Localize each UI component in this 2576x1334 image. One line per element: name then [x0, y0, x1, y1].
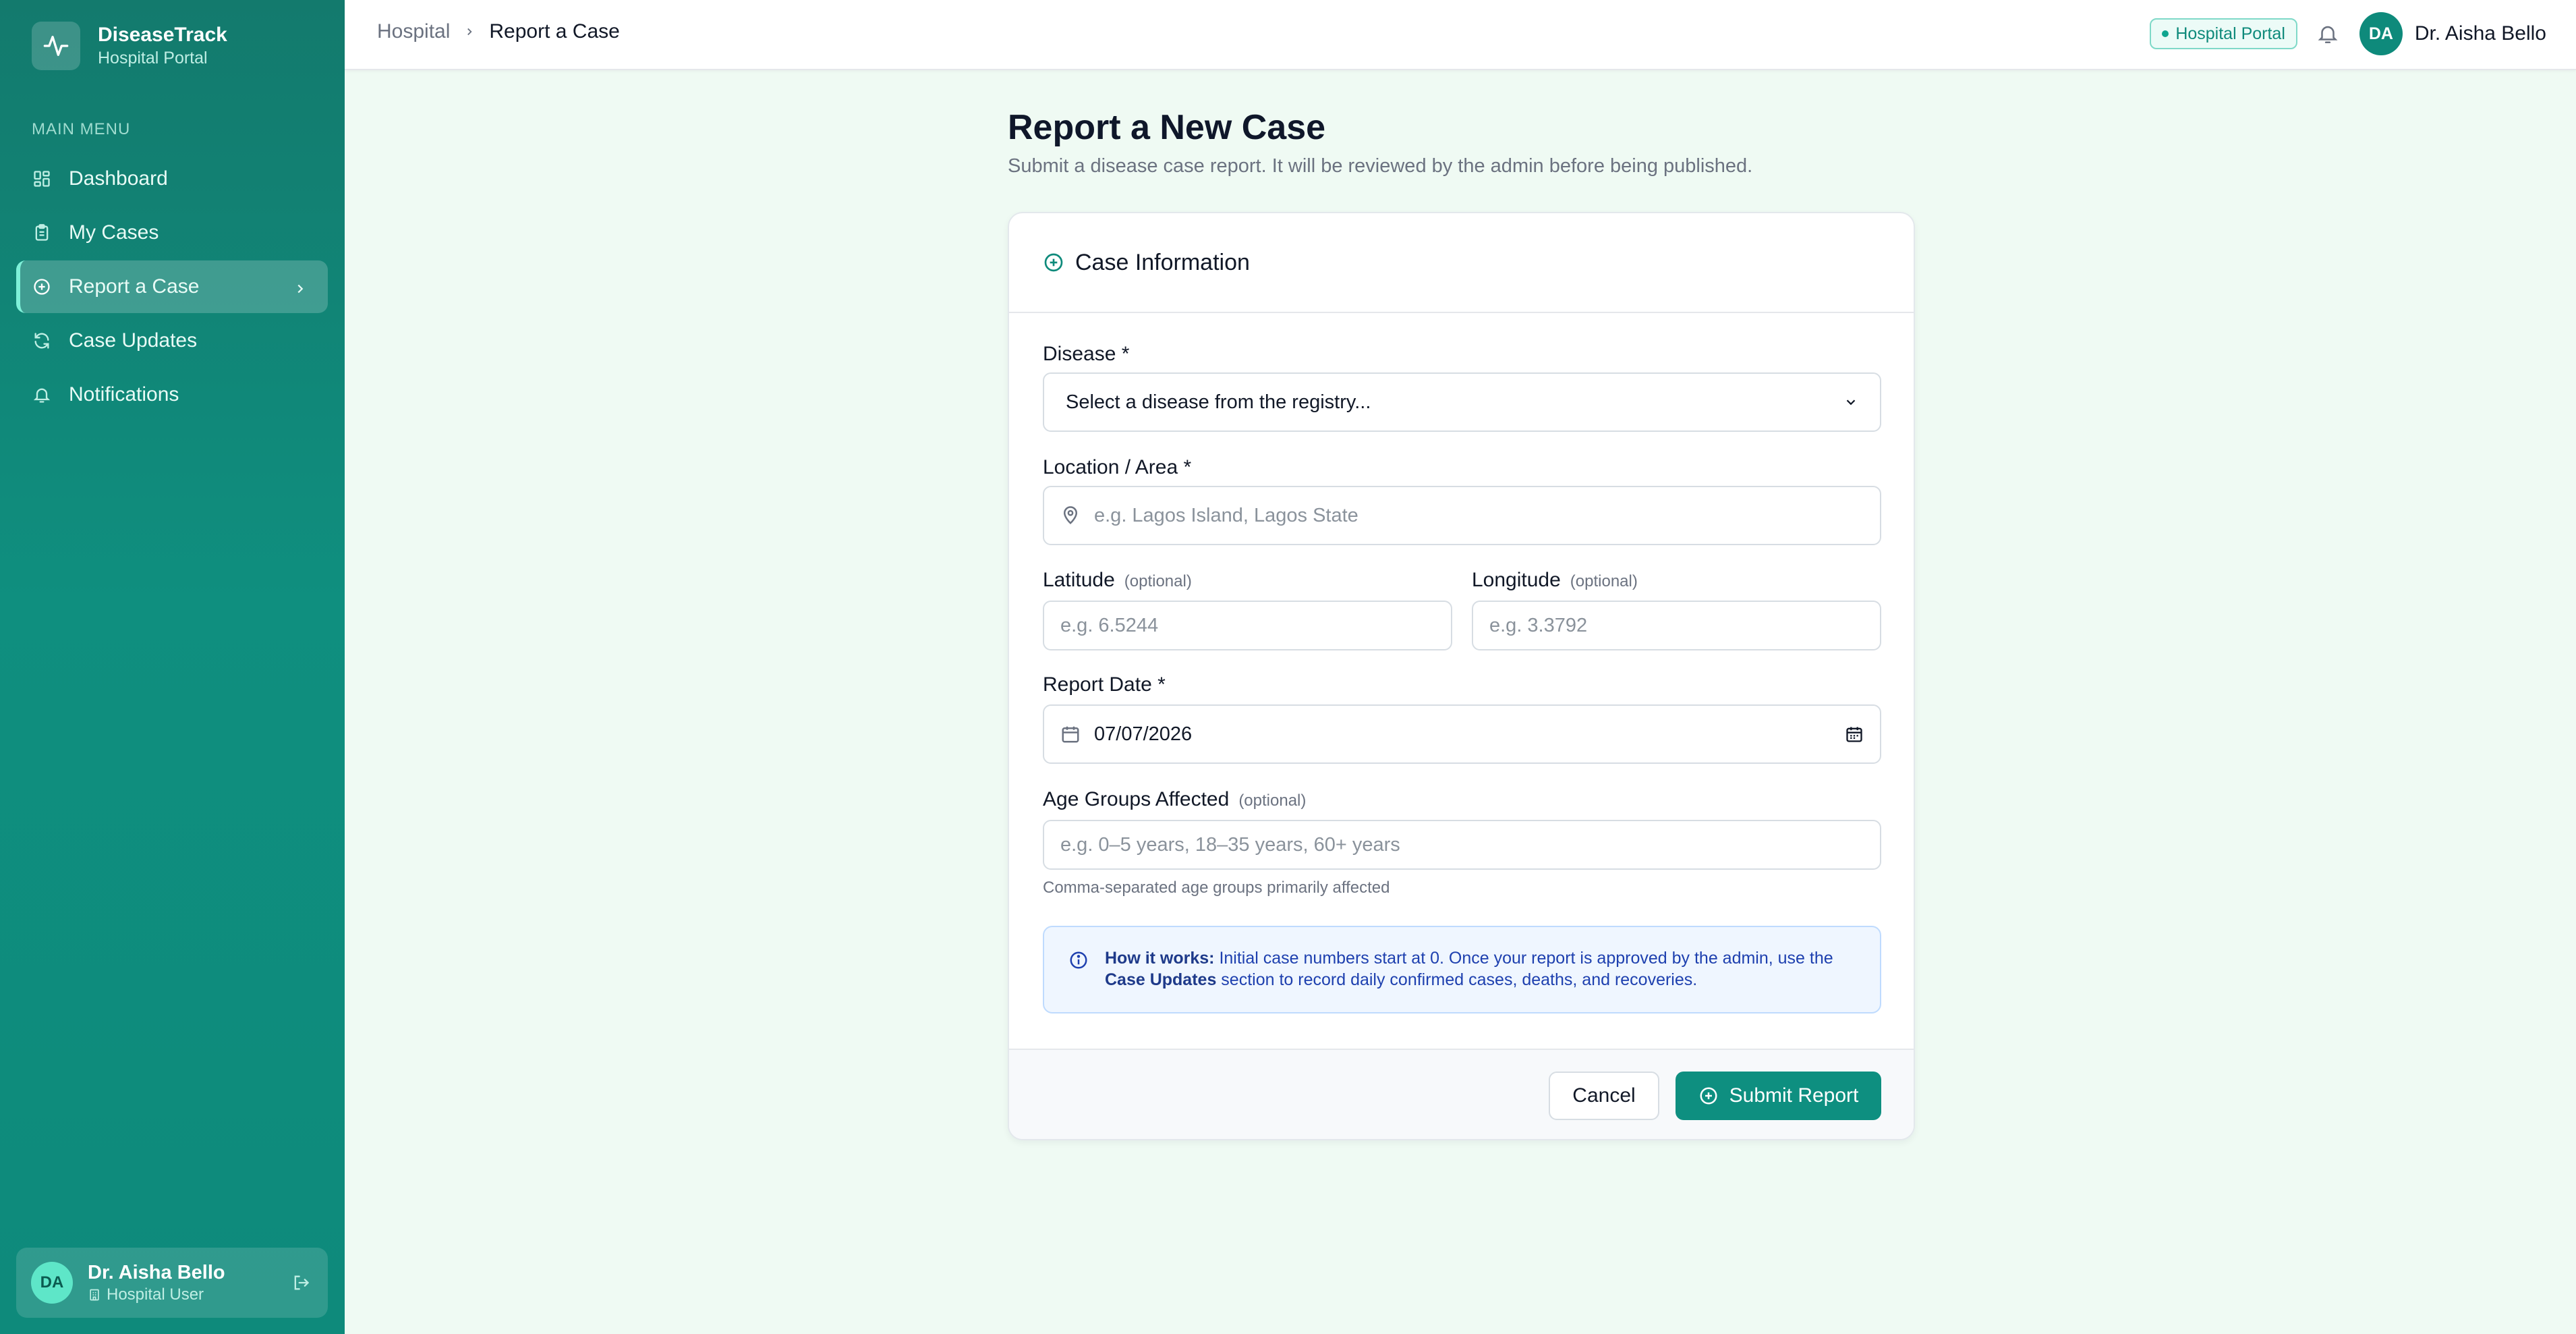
- avatar[interactable]: DA: [2359, 12, 2403, 55]
- age-groups-help: Comma-separated age groups primarily aff…: [1043, 879, 1390, 897]
- info-icon: [1068, 950, 1089, 1012]
- sidebar-item-label: Dashboard: [69, 167, 168, 190]
- info-text: How it works: Initial case numbers start…: [1105, 947, 1833, 1012]
- sidebar-user-card: DA Dr. Aisha Bello Hospital User: [16, 1248, 328, 1318]
- location-label: Location / Area *: [1043, 456, 1192, 478]
- brand[interactable]: DiseaseTrack Hospital Portal: [32, 22, 227, 70]
- disease-label: Disease *: [1043, 343, 1130, 365]
- chevron-right-icon: [293, 279, 308, 302]
- submit-report-button[interactable]: Submit Report: [1676, 1072, 1881, 1120]
- sidebar-item-case-updates[interactable]: Case Updates: [16, 314, 328, 367]
- sidebar-item-label: Report a Case: [69, 275, 200, 298]
- plus-circle-icon: [32, 277, 51, 296]
- location-placeholder: e.g. Lagos Island, Lagos State: [1094, 504, 1358, 526]
- info-lead: How it works:: [1105, 949, 1215, 968]
- latitude-placeholder: e.g. 6.5244: [1060, 614, 1159, 636]
- breadcrumb: Hospital Report a Case: [377, 20, 620, 43]
- submit-report-label: Submit Report: [1729, 1084, 1859, 1107]
- page-header: Report a New Case Submit a disease case …: [1008, 107, 1752, 177]
- cancel-button[interactable]: Cancel: [1549, 1072, 1659, 1120]
- user-role-label: Hospital User: [107, 1285, 204, 1304]
- card-footer: Cancel Submit Report: [1009, 1049, 1914, 1139]
- optional-tag: (optional): [1570, 572, 1638, 590]
- status-dot: [2162, 30, 2169, 37]
- report-date-label: Report Date *: [1043, 673, 1166, 696]
- portal-badge-label: Hospital Portal: [2175, 24, 2285, 43]
- longitude-placeholder: e.g. 3.3792: [1489, 614, 1588, 636]
- info-link: Case Updates: [1105, 970, 1217, 989]
- disease-select[interactable]: Select a disease from the registry...: [1043, 372, 1881, 432]
- latitude-label-text: Latitude: [1043, 569, 1115, 591]
- sidebar-menu: Dashboard My Cases Report a Case Case Up…: [16, 152, 328, 422]
- optional-tag: (optional): [1238, 791, 1307, 810]
- user-name: Dr. Aisha Bello: [88, 1262, 225, 1283]
- sidebar-item-dashboard[interactable]: Dashboard: [16, 152, 328, 205]
- logout-icon[interactable]: [291, 1273, 310, 1296]
- top-user-name[interactable]: Dr. Aisha Bello: [2415, 22, 2546, 45]
- latitude-input[interactable]: e.g. 6.5244: [1043, 601, 1452, 650]
- sidebar-item-label: Notifications: [69, 383, 179, 406]
- age-groups-input[interactable]: e.g. 0–5 years, 18–35 years, 60+ years: [1043, 820, 1881, 870]
- top-bar: Hospital Report a Case Hospital Portal D…: [345, 0, 2576, 70]
- chevron-right-icon: [463, 26, 476, 38]
- latitude-label: Latitude (optional): [1043, 569, 1192, 592]
- longitude-label-text: Longitude: [1472, 569, 1561, 591]
- calendar-picker-icon[interactable]: [1845, 725, 1864, 744]
- age-groups-label: Age Groups Affected (optional): [1043, 788, 1306, 811]
- map-pin-icon: [1060, 505, 1081, 526]
- age-groups-label-text: Age Groups Affected: [1043, 788, 1230, 810]
- notification-bell-icon[interactable]: [2316, 22, 2339, 45]
- clipboard-icon: [32, 223, 51, 242]
- page-subtitle: Submit a disease case report. It will be…: [1008, 155, 1753, 177]
- disease-select-value: Select a disease from the registry...: [1066, 391, 1371, 413]
- brand-subtitle: Hospital Portal: [98, 49, 208, 67]
- pulse-logo-icon: [32, 22, 80, 70]
- longitude-input[interactable]: e.g. 3.3792: [1472, 601, 1881, 650]
- sidebar-item-report-a-case[interactable]: Report a Case: [16, 260, 328, 313]
- breadcrumb-hospital[interactable]: Hospital: [377, 20, 450, 43]
- menu-section-title: MAIN MENU: [32, 120, 131, 138]
- avatar: DA: [31, 1262, 73, 1304]
- grid-icon: [32, 169, 51, 188]
- sidebar: DiseaseTrack Hospital Portal MAIN MENU D…: [0, 0, 345, 1334]
- how-it-works-info: How it works: Initial case numbers start…: [1043, 926, 1881, 1013]
- building-icon: [90, 1289, 99, 1301]
- brand-name: DiseaseTrack: [98, 24, 227, 46]
- chevron-down-icon: [1843, 395, 1858, 410]
- location-input[interactable]: e.g. Lagos Island, Lagos State: [1043, 486, 1881, 545]
- card-header: Case Information: [1009, 213, 1914, 313]
- report-date-value: 07/07/2026: [1094, 723, 1193, 745]
- report-date-input[interactable]: 07/07/2026: [1043, 704, 1881, 764]
- refresh-icon: [32, 331, 51, 350]
- info-text-1: Initial case numbers start at 0. Once yo…: [1214, 949, 1833, 968]
- longitude-label: Longitude (optional): [1472, 569, 1638, 592]
- breadcrumb-current: Report a Case: [489, 20, 620, 43]
- user-role: Hospital User: [88, 1285, 225, 1305]
- section-title: Case Information: [1075, 249, 1250, 275]
- case-form-card: Case Information Disease * Select a dise…: [1008, 212, 1915, 1140]
- plus-circle-icon: [1043, 252, 1064, 273]
- optional-tag: (optional): [1124, 572, 1192, 590]
- sidebar-item-label: Case Updates: [69, 329, 198, 352]
- portal-badge: Hospital Portal: [2150, 18, 2297, 49]
- sidebar-item-notifications[interactable]: Notifications: [16, 368, 328, 421]
- info-text-2: section to record daily confirmed cases,…: [1216, 970, 1698, 989]
- page-title: Report a New Case: [1008, 108, 1326, 147]
- sidebar-item-my-cases[interactable]: My Cases: [16, 206, 328, 259]
- sidebar-item-label: My Cases: [69, 221, 159, 244]
- calendar-icon: [1060, 724, 1081, 744]
- age-groups-placeholder: e.g. 0–5 years, 18–35 years, 60+ years: [1060, 833, 1400, 856]
- plus-circle-icon: [1700, 1087, 1717, 1105]
- bell-icon: [32, 385, 51, 404]
